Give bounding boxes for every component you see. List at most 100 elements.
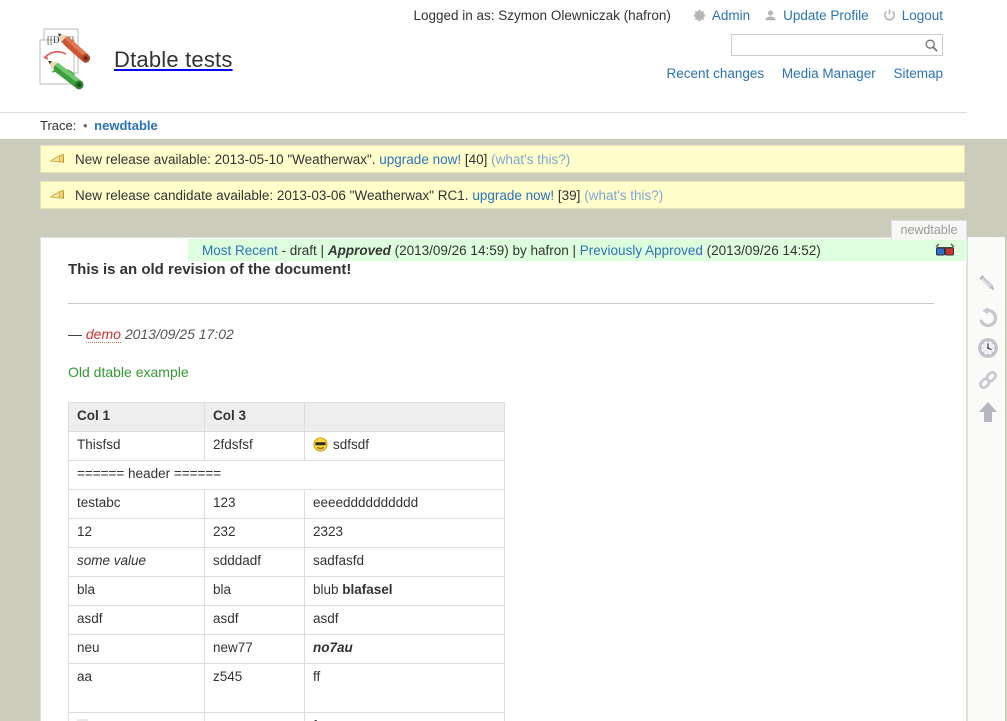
table-row[interactable]: aa z545 ff [68,663,505,713]
table-cell[interactable]: asdf [304,605,505,635]
content-divider [68,303,934,304]
table-row[interactable]: testabc 123 eeeedddddddddd [68,489,505,519]
dtable: Col 1 Col 3 Thisfsd 2fdsfsf sdfsdf =====… [68,402,505,721]
table-row[interactable]: 12 232 2323 [68,518,505,548]
breadcrumb-item-newdtable[interactable]: newdtable [94,118,158,133]
previously-approved-date: (2013/09/26 14:52) [706,242,821,258]
approved-by: by hafron | [512,242,577,258]
old-revisions-button[interactable] [975,335,1001,361]
admin-link[interactable]: Admin [692,8,750,23]
approved-date: (2013/09/26 14:59) [394,242,509,258]
table-cell-text: no7au [313,640,353,655]
table-row[interactable]: ====== header ====== [68,460,505,490]
chain-link-icon [975,367,1001,393]
whats-this-link[interactable]: (what's this?) [584,188,663,203]
breadcrumb-bar: Trace: • newdtable [0,112,967,139]
table-cell[interactable]: new77 [204,634,305,664]
logout-link[interactable]: Logout [882,8,943,23]
table-cell[interactable]: sdfsdf [304,431,505,461]
search-form[interactable] [731,34,943,56]
whats-this-link[interactable]: (what's this?) [491,152,570,167]
cool-smiley-icon [313,437,328,452]
table-cell[interactable]: z545 [204,663,305,713]
edit-page-button[interactable] [975,271,1001,297]
3d-glasses-icon[interactable] [935,241,955,259]
table-cell[interactable]: 12 [68,518,205,548]
backlinks-button[interactable] [975,367,1001,393]
table-cell[interactable]: aa [68,663,205,713]
table-cell[interactable]: sdddadf [204,547,305,577]
table-row[interactable]: neu new77 no7au [68,634,505,664]
table-cell[interactable]: Thisfsd [68,431,205,461]
table-cell[interactable]: f [304,712,505,721]
page-content: This is an old revision of the document!… [68,259,948,721]
clock-icon [975,335,1001,361]
table-cell[interactable]: some value [68,547,205,577]
up-arrow-icon [975,399,1001,425]
signature-timestamp: 2013/09/25 17:02 [124,326,234,342]
site-links: Recent changes Media Manager Sitemap [653,66,943,81]
previously-approved-link[interactable]: Previously Approved [580,243,703,258]
table-header-col3[interactable] [304,402,505,432]
table-header-col1[interactable]: Col 1 [68,402,205,432]
recent-changes-link[interactable]: Recent changes [667,66,765,81]
upgrade-now-link[interactable]: upgrade now! [472,188,554,203]
breadcrumb-bullet: • [82,118,88,133]
back-to-top-button[interactable] [975,399,1001,425]
signature-line: — demo 2013/09/25 17:02 [68,326,948,343]
table-row[interactable]: asdf asdf asdf [68,605,505,635]
table-cell[interactable]: bla [68,576,205,606]
table-cell-text: blub [313,582,343,597]
signature-user-link[interactable]: demo [85,326,121,343]
admin-link-label: Admin [711,8,751,23]
table-cell[interactable]: eeeedddddddddd [304,489,505,519]
horn-icon [49,152,66,167]
table-cell-bold-text: blafasel [342,582,393,597]
table-cell-fullspan[interactable]: ====== header ====== [68,460,505,490]
table-cell[interactable]: asdf [204,605,305,635]
table-cell-text: sdfsdf [333,437,370,452]
approved-label: Approved [327,242,391,258]
table-header-col2[interactable]: Col 3 [204,402,305,432]
table-cell[interactable]: 232 [204,518,305,548]
table-cell[interactable]: ff [304,663,505,713]
table-cell[interactable]: neu [68,634,205,664]
table-header-row: Col 1 Col 3 [68,402,505,432]
breadcrumb-label: Trace: [40,118,77,133]
gear-icon [692,8,707,23]
green-note: Old dtable example [68,364,189,380]
table-cell[interactable]: sadfasfd [304,547,505,577]
page-name-tab[interactable]: newdtable [891,220,967,240]
table-row[interactable]: some value sdddadf sadfasfd [68,547,505,577]
table-cell[interactable]: 2323 [304,518,505,548]
sitemap-link[interactable]: Sitemap [893,66,943,81]
table-cell[interactable]: 2fdsfsf [204,431,305,461]
upgrade-now-link[interactable]: upgrade now! [379,152,461,167]
user-tools: Logged in as: Szymon Olewniczak (hafron)… [413,8,943,23]
update-profile-link[interactable]: Update Profile [763,8,869,23]
media-manager-link[interactable]: Media Manager [782,66,876,81]
table-row[interactable]: f [68,712,505,721]
most-recent-link[interactable]: Most Recent [202,243,278,258]
search-icon [924,38,939,53]
search-input[interactable] [732,35,920,55]
table-cell[interactable]: bla [204,576,305,606]
revert-button[interactable] [975,305,1001,331]
table-cell[interactable]: asdf [68,605,205,635]
search-button[interactable] [923,37,940,54]
header-right-filler [967,0,1007,139]
site-logo-link[interactable]: [[DW]] [38,26,233,94]
release-candidate-notice: New release candidate available: 2013-03… [40,181,965,209]
table-row[interactable]: Thisfsd 2fdsfsf sdfsdf [68,431,505,461]
browser-page: Logged in as: Szymon Olewniczak (hafron)… [0,0,1007,721]
release-notice-bracket: [40] [464,151,488,167]
release-notice: New release available: 2013-05-10 "Weath… [40,145,965,173]
table-cell[interactable]: testabc [68,489,205,519]
table-cell[interactable]: blub blafasel [304,576,505,606]
table-cell[interactable]: no7au [304,634,505,664]
table-cell[interactable] [204,712,305,721]
table-cell[interactable] [68,712,205,721]
draft-text: - draft | [281,242,325,258]
table-cell[interactable]: 123 [204,489,305,519]
table-row[interactable]: bla bla blub blafasel [68,576,505,606]
